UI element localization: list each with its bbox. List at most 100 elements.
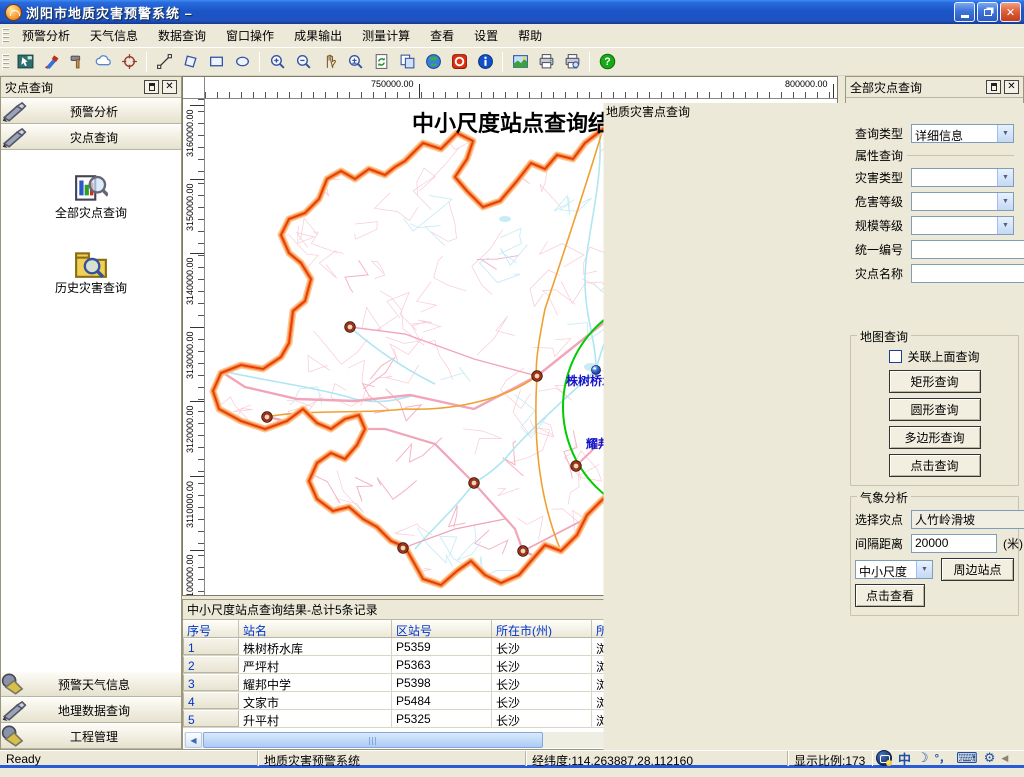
- menu-item-预警分析[interactable]: 预警分析: [12, 24, 80, 47]
- toolbar-grip[interactable]: [2, 54, 9, 70]
- info-icon[interactable]: [473, 51, 497, 73]
- menu-item-成果输出[interactable]: 成果输出: [284, 24, 352, 47]
- sidebar-section-预警分析[interactable]: 预警分析: [1, 98, 181, 124]
- ellipse-tool-icon[interactable]: [230, 51, 254, 73]
- sidebar-item-历史灾害查询[interactable]: 历史灾害查询: [1, 247, 181, 296]
- link-above-checkbox[interactable]: [889, 350, 902, 363]
- scrollbar-thumb[interactable]: [203, 732, 543, 748]
- menu-item-窗口操作[interactable]: 窗口操作: [216, 24, 284, 47]
- column-header-所在市(州)[interactable]: 所在市(州): [492, 620, 592, 637]
- chevron-down-icon[interactable]: ▼: [997, 217, 1013, 234]
- disaster-point-marker[interactable]: [533, 372, 540, 379]
- menu-item-设置[interactable]: 设置: [464, 24, 508, 47]
- globe-icon[interactable]: [421, 51, 445, 73]
- column-header-序号[interactable]: 序号: [183, 620, 239, 637]
- disaster-point-marker[interactable]: [346, 323, 353, 330]
- distance-field[interactable]: [911, 534, 997, 553]
- ime-tray: 中 ☽ °， ⌨ ⚙ ◀: [876, 749, 1008, 768]
- disaster-point-marker[interactable]: [519, 547, 526, 554]
- ime-collapse-icon[interactable]: ◀: [1001, 753, 1008, 764]
- zoom-extent-icon[interactable]: [343, 51, 367, 73]
- cloud-icon[interactable]: [91, 51, 115, 73]
- scale-combobox[interactable]: 中小尺度 ▼: [855, 560, 933, 579]
- zoom-out-icon[interactable]: [291, 51, 315, 73]
- select-map-icon[interactable]: [13, 51, 37, 73]
- map-query-button-点击查询[interactable]: 点击查询: [889, 454, 981, 477]
- sidebar-section-地理数据查询[interactable]: 地理数据查询: [1, 697, 181, 723]
- 灾点名称-field[interactable]: [911, 264, 1024, 283]
- ime-keyboard-icon[interactable]: ⌨: [956, 749, 978, 767]
- close-icon: ✕: [165, 82, 173, 92]
- table-cell: 长沙: [492, 710, 592, 727]
- chevron-down-icon[interactable]: ▼: [997, 193, 1013, 210]
- ime-logo-icon[interactable]: [876, 750, 892, 766]
- toolbar-separator: [259, 52, 260, 72]
- click-view-button[interactable]: 点击查看: [855, 584, 925, 607]
- pin-button[interactable]: [986, 80, 1001, 94]
- polygon-tool-icon[interactable]: [178, 51, 202, 73]
- chevron-down-icon[interactable]: ▼: [916, 561, 932, 578]
- refresh-page-icon[interactable]: [369, 51, 393, 73]
- rect-tool-icon[interactable]: [204, 51, 228, 73]
- chevron-down-icon[interactable]: ▼: [997, 169, 1013, 186]
- pan-hand-icon[interactable]: [317, 51, 341, 73]
- 危害等级-combobox[interactable]: ▼: [911, 192, 1014, 211]
- scroll-left-button[interactable]: ◀: [185, 732, 202, 748]
- disaster-point-marker[interactable]: [572, 462, 579, 469]
- menu-item-数据查询[interactable]: 数据查询: [148, 24, 216, 47]
- map-query-button-多边形查询[interactable]: 多边形查询: [889, 426, 981, 449]
- paint-brush-icon[interactable]: [39, 51, 63, 73]
- help-icon[interactable]: ?: [595, 51, 619, 73]
- pin-button[interactable]: [144, 80, 159, 94]
- hammer-icon[interactable]: [65, 51, 89, 73]
- minimize-button[interactable]: [954, 2, 975, 22]
- print-preview-icon[interactable]: [560, 51, 584, 73]
- sidebar-section-灾点查询[interactable]: 灾点查询: [1, 124, 181, 150]
- close-button[interactable]: ✕: [1000, 2, 1021, 22]
- nearby-stations-button[interactable]: 周边站点: [941, 558, 1014, 581]
- sidebar-section-label: 预警分析: [27, 103, 161, 120]
- ime-punctuation-icon[interactable]: °，: [935, 750, 950, 766]
- ruler-label: 750000.00: [371, 79, 414, 89]
- menu-grip[interactable]: [2, 28, 9, 44]
- zoom-in-icon[interactable]: [265, 51, 289, 73]
- ime-settings-icon[interactable]: ⚙: [984, 750, 996, 766]
- sidebar-section-预警天气信息[interactable]: 预警天气信息: [1, 671, 181, 697]
- sidebar-section-工程管理[interactable]: 工程管理: [1, 723, 181, 749]
- disaster-point-marker[interactable]: [399, 544, 406, 551]
- close-panel-button[interactable]: ✕: [1004, 80, 1019, 94]
- 灾害类型-combobox[interactable]: ▼: [911, 168, 1014, 187]
- line-tool-icon[interactable]: [152, 51, 176, 73]
- select-point-field[interactable]: [911, 510, 1024, 529]
- restore-button[interactable]: [977, 2, 998, 22]
- 统一编号-field[interactable]: [911, 240, 1024, 259]
- sidebar-item-全部灾点查询[interactable]: 全部灾点查询: [1, 172, 181, 221]
- stop-icon[interactable]: [447, 51, 471, 73]
- disaster-point-marker[interactable]: [263, 413, 270, 420]
- menu-item-测量计算[interactable]: 测量计算: [352, 24, 420, 47]
- menu-item-查看[interactable]: 查看: [420, 24, 464, 47]
- copy-layers-icon[interactable]: [395, 51, 419, 73]
- select-point-label: 选择灾点: [855, 511, 911, 528]
- app-icon: [5, 4, 22, 21]
- toolbar-separator: [589, 52, 590, 72]
- column-header-站名[interactable]: 站名: [239, 620, 392, 637]
- ime-halfwidth-moon-icon[interactable]: ☽: [917, 750, 929, 766]
- chevron-down-icon[interactable]: ▼: [997, 125, 1013, 142]
- column-header-区站号[interactable]: 区站号: [392, 620, 492, 637]
- close-panel-button[interactable]: ✕: [162, 80, 177, 94]
- map-query-button-圆形查询[interactable]: 圆形查询: [889, 398, 981, 421]
- center-target-icon[interactable]: [117, 51, 141, 73]
- ime-chinese-mode-icon[interactable]: 中: [898, 749, 911, 768]
- disaster-point-marker[interactable]: [470, 479, 477, 486]
- field-label: 灾点名称: [855, 265, 911, 282]
- table-cell: 长沙: [492, 674, 592, 691]
- station-marker-highlight: [593, 367, 596, 369]
- print-icon[interactable]: [534, 51, 558, 73]
- map-query-button-矩形查询[interactable]: 矩形查询: [889, 370, 981, 393]
- menu-item-天气信息[interactable]: 天气信息: [80, 24, 148, 47]
- 规模等级-combobox[interactable]: ▼: [911, 216, 1014, 235]
- menu-item-帮助[interactable]: 帮助: [508, 24, 552, 47]
- query-type-combobox[interactable]: 详细信息 ▼: [911, 124, 1014, 143]
- legend-image-icon[interactable]: [508, 51, 532, 73]
